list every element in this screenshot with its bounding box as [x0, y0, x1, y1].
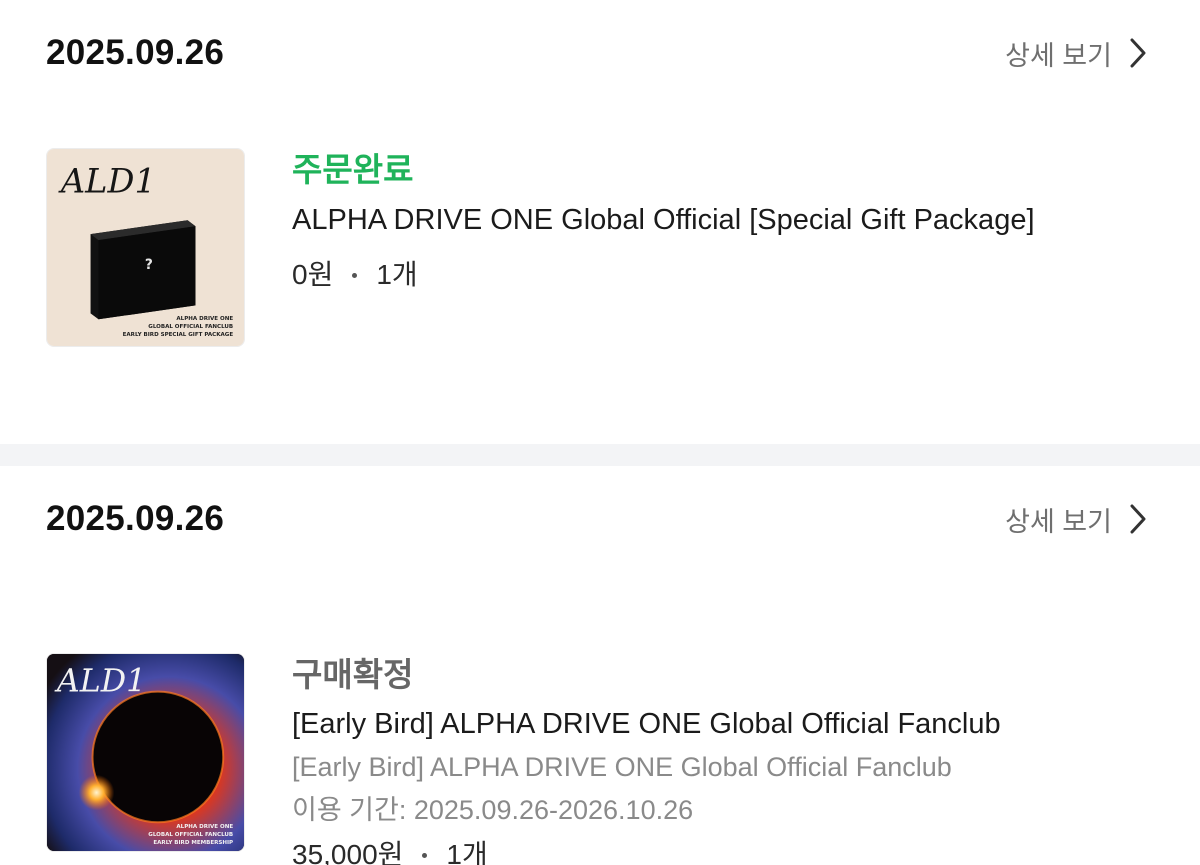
order-info: 구매확정 [Early Bird] ALPHA DRIVE ONE Global… [292, 655, 1160, 865]
order-date: 2025.09.26 [46, 33, 225, 72]
membership-caption-line: ALPHA DRIVE ONE [176, 824, 233, 830]
usage-period: 이용 기간: 2025.09.26-2026.10.26 [292, 795, 694, 825]
view-details-button[interactable]: 상세 보기 [1005, 30, 1148, 76]
quantity: 1개 [376, 259, 418, 290]
view-details-button[interactable]: 상세 보기 [1005, 496, 1148, 542]
chevron-right-icon [1130, 504, 1146, 534]
membership-caption-line: GLOBAL OFFICIAL FANCLUB [148, 832, 233, 838]
quantity: 1개 [446, 839, 488, 865]
product-thumbnail[interactable]: ALD1 ALPHA DRIVE ONE GLOBAL OFFICIAL FAN… [46, 653, 245, 852]
package-caption-line: EARLY BIRD SPECIAL GIFT PACKAGE [123, 332, 234, 338]
package-caption-line: GLOBAL OFFICIAL FANCLUB [148, 324, 233, 330]
gift-package-image: ALD1 ? ALPHA DRIVE ONE GLOBAL OFFICIAL F… [47, 149, 244, 346]
product-title[interactable]: ALPHA DRIVE ONE Global Official [Special… [292, 200, 1160, 240]
price: 35,000원 [292, 839, 404, 865]
view-details-label: 상세 보기 [1005, 40, 1112, 71]
chevron-right-icon [1130, 38, 1146, 68]
product-option: [Early Bird] ALPHA DRIVE ONE Global Offi… [292, 752, 952, 782]
order-info: 주문완료 ALPHA DRIVE ONE Global Official [Sp… [292, 150, 1160, 295]
order-card: 2025.09.26 상세 보기 ALD1 ALPHA DRIVE ONE GL… [0, 466, 1200, 865]
order-header: 2025.09.26 상세 보기 [46, 30, 1148, 76]
separator-dot [352, 272, 358, 278]
package-caption-line: ALPHA DRIVE ONE [176, 316, 233, 322]
view-details-label: 상세 보기 [1005, 506, 1112, 537]
order-status: 주문완료 [292, 151, 414, 188]
price-quantity-line: 35,000원 1개 [292, 835, 1160, 865]
order-card: 2025.09.26 상세 보기 ALD1 ? ALPHA DRIVE ONE … [0, 0, 1200, 444]
brand-logo: ALD1 [54, 664, 146, 700]
product-thumbnail[interactable]: ALD1 ? ALPHA DRIVE ONE GLOBAL OFFICIAL F… [46, 148, 245, 347]
product-title[interactable]: [Early Bird] ALPHA DRIVE ONE Global Offi… [292, 704, 1160, 744]
brand-logo: ALD1 [58, 162, 156, 201]
membership-image: ALD1 ALPHA DRIVE ONE GLOBAL OFFICIAL FAN… [47, 654, 244, 851]
order-header: 2025.09.26 상세 보기 [46, 496, 1148, 542]
price: 0원 [292, 259, 334, 290]
order-status: 구매확정 [292, 656, 414, 693]
membership-caption-line: EARLY BIRD MEMBERSHIP [153, 840, 233, 846]
box-question-mark: ? [145, 257, 153, 273]
order-date: 2025.09.26 [46, 499, 225, 538]
price-quantity-line: 0원 1개 [292, 255, 1160, 295]
section-divider [0, 444, 1200, 466]
separator-dot [422, 852, 428, 858]
order-history-page: 2025.09.26 상세 보기 ALD1 ? ALPHA DRIVE ONE … [0, 0, 1200, 865]
